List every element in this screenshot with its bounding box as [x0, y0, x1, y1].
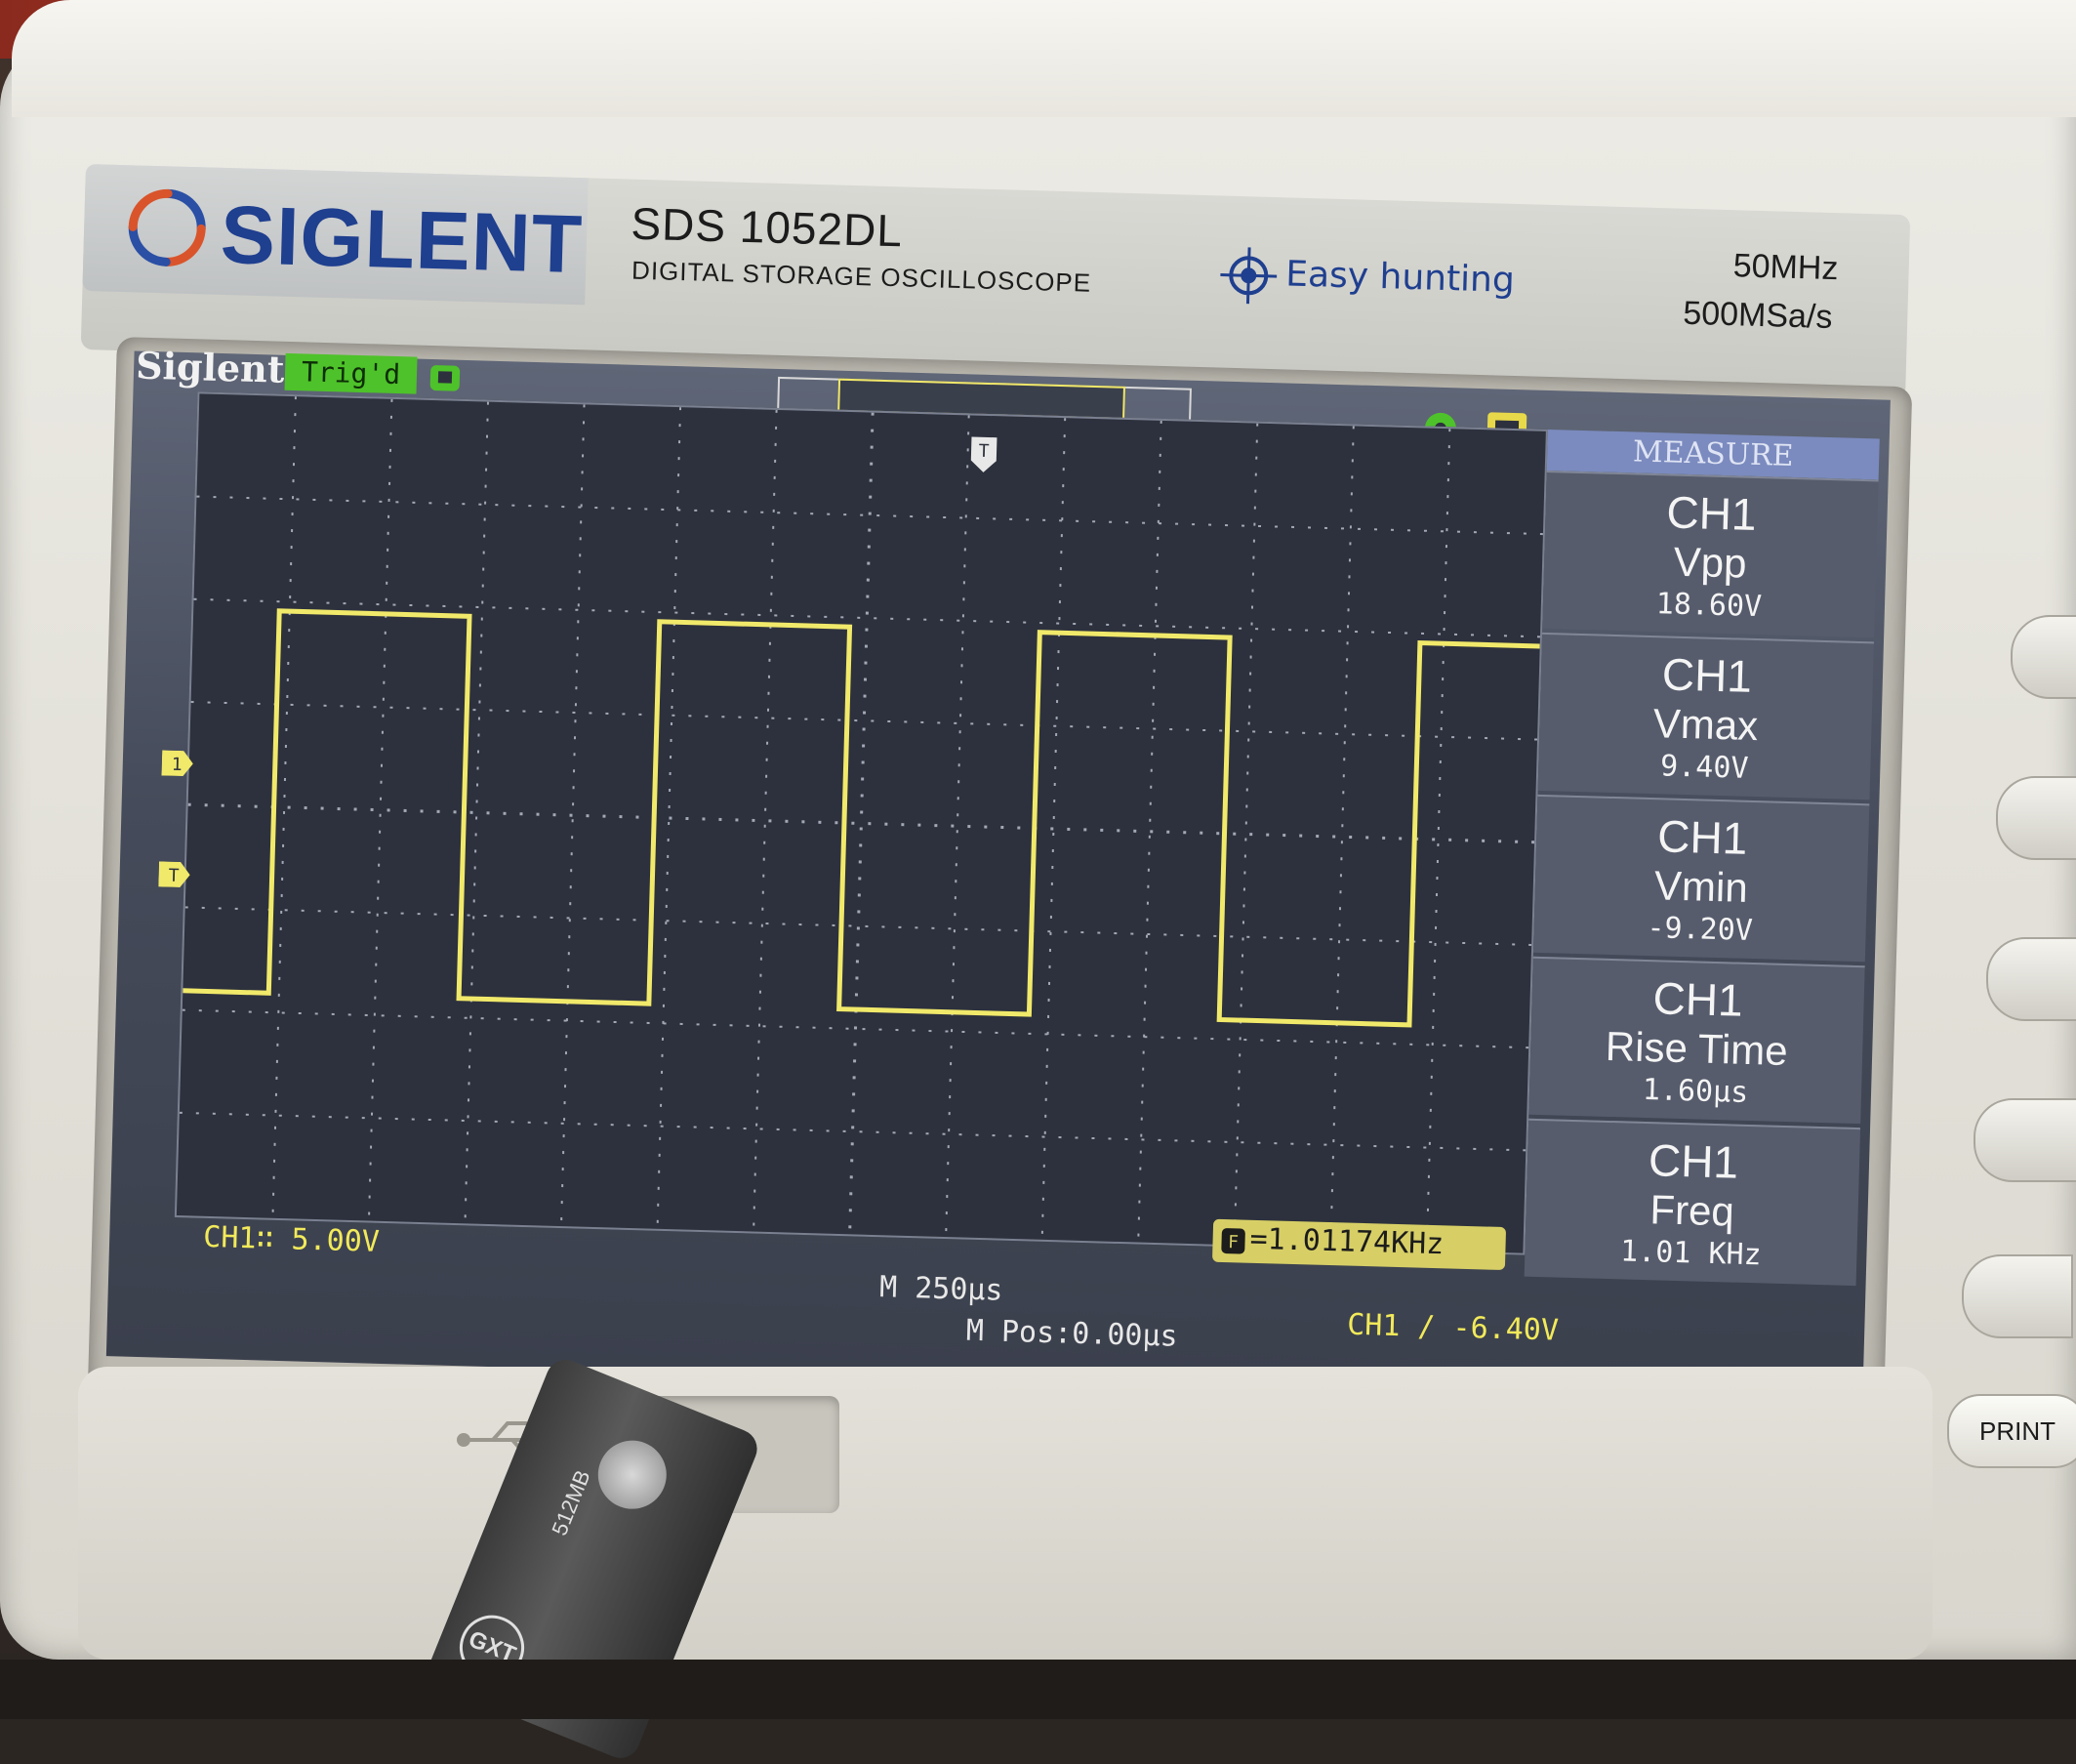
- measure-panel: MEASURE CH1 Vpp 18.60V CH1 Vmax 9.40V CH…: [1524, 429, 1880, 1288]
- screen-brand-label: Siglent: [135, 343, 286, 391]
- measure-channel: CH1: [1648, 1134, 1739, 1188]
- feature-label: Easy hunting: [1284, 254, 1516, 301]
- measure-slot-1: CH1 Vpp 18.60V: [1542, 470, 1879, 638]
- frequency-value: =1.01174KHz: [1249, 1221, 1445, 1262]
- measure-value: 18.60V: [1655, 587, 1763, 625]
- trigger-status-badge: Trig'd: [284, 352, 418, 394]
- top-bezel: [12, 0, 2076, 117]
- measure-name: Vpp: [1673, 538, 1748, 587]
- menu-button-5[interactable]: [1962, 1254, 2073, 1338]
- crosshair-icon: [1220, 247, 1278, 305]
- menu-button-1[interactable]: [2011, 615, 2076, 699]
- measure-channel: CH1: [1665, 486, 1758, 540]
- bandwidth-spec: 50MHz: [1732, 247, 1839, 288]
- measure-name: Vmax: [1652, 700, 1759, 750]
- measure-value: 1.60μs: [1642, 1072, 1749, 1110]
- brand-box: SIGLENT: [82, 164, 589, 306]
- brand-name: SIGLENT: [219, 187, 585, 291]
- model-description: DIGITAL STORAGE OSCILLOSCOPE: [631, 255, 1092, 298]
- measure-name: Freq: [1649, 1186, 1735, 1235]
- trigger-position-marker: T: [970, 436, 997, 472]
- measure-value: -9.20V: [1647, 911, 1754, 949]
- measure-channel: CH1: [1656, 810, 1749, 864]
- screen-bezel: Siglent Trig'd T 1 T CH1∷ 5.00V F =1.011…: [87, 337, 1913, 1441]
- measure-name: Vmin: [1653, 862, 1749, 911]
- measure-channel: CH1: [1661, 648, 1753, 702]
- svg-text:1: 1: [171, 755, 182, 775]
- measure-slot-4: CH1 Rise Time 1.60μs: [1528, 956, 1865, 1125]
- trigger-readout: CH1 ∕ -6.40V: [1346, 1307, 1560, 1348]
- lower-panel: [78, 1367, 1933, 1660]
- svg-text:T: T: [978, 441, 990, 462]
- svg-text:F: F: [1228, 1232, 1239, 1252]
- usb-drive-keyring: [588, 1430, 677, 1520]
- measure-name: Rise Time: [1605, 1022, 1789, 1075]
- ch1-trace: [183, 608, 1540, 1028]
- measure-slot-2: CH1 Vmax 9.40V: [1537, 632, 1874, 800]
- measure-value: 9.40V: [1659, 749, 1749, 786]
- timebase-readout: M 250μs: [878, 1270, 1003, 1308]
- frequency-counter: F =1.01174KHz: [1211, 1218, 1507, 1271]
- menu-button-3[interactable]: [1986, 937, 2076, 1021]
- trigger-level-marker: T: [158, 861, 190, 888]
- ch1-waveform: [183, 608, 1540, 1028]
- measure-value: 1.01 KHz: [1619, 1234, 1763, 1273]
- menu-button-2[interactable]: [1996, 776, 2076, 860]
- usb-drive-capacity: 512MB: [547, 1466, 595, 1539]
- ch1-ground-marker: 1: [161, 750, 193, 777]
- horizontal-position-readout: M Pos:0.00μs: [965, 1313, 1179, 1354]
- bench-bottom: [0, 1660, 2076, 1719]
- usb-status-icon: [429, 365, 461, 391]
- menu-button-4[interactable]: [1974, 1098, 2076, 1182]
- measure-channel: CH1: [1651, 972, 1744, 1026]
- model-name: SDS 1052DL: [630, 197, 904, 257]
- frequency-icon: F: [1221, 1228, 1245, 1254]
- measure-slot-5: CH1 Freq 1.01 KHz: [1524, 1118, 1861, 1287]
- sample-rate-spec: 500MSa/s: [1682, 294, 1833, 337]
- ch1-scale-readout: CH1∷ 5.00V: [202, 1219, 381, 1259]
- lcd-screen: Siglent Trig'd T 1 T CH1∷ 5.00V F =1.011…: [105, 344, 1891, 1406]
- measure-slot-3: CH1 Vmin -9.20V: [1532, 794, 1870, 963]
- svg-text:T: T: [168, 866, 180, 886]
- siglent-logo-icon: [128, 188, 206, 267]
- print-button[interactable]: PRINT: [1947, 1394, 2076, 1468]
- graticule-area: [174, 391, 1548, 1255]
